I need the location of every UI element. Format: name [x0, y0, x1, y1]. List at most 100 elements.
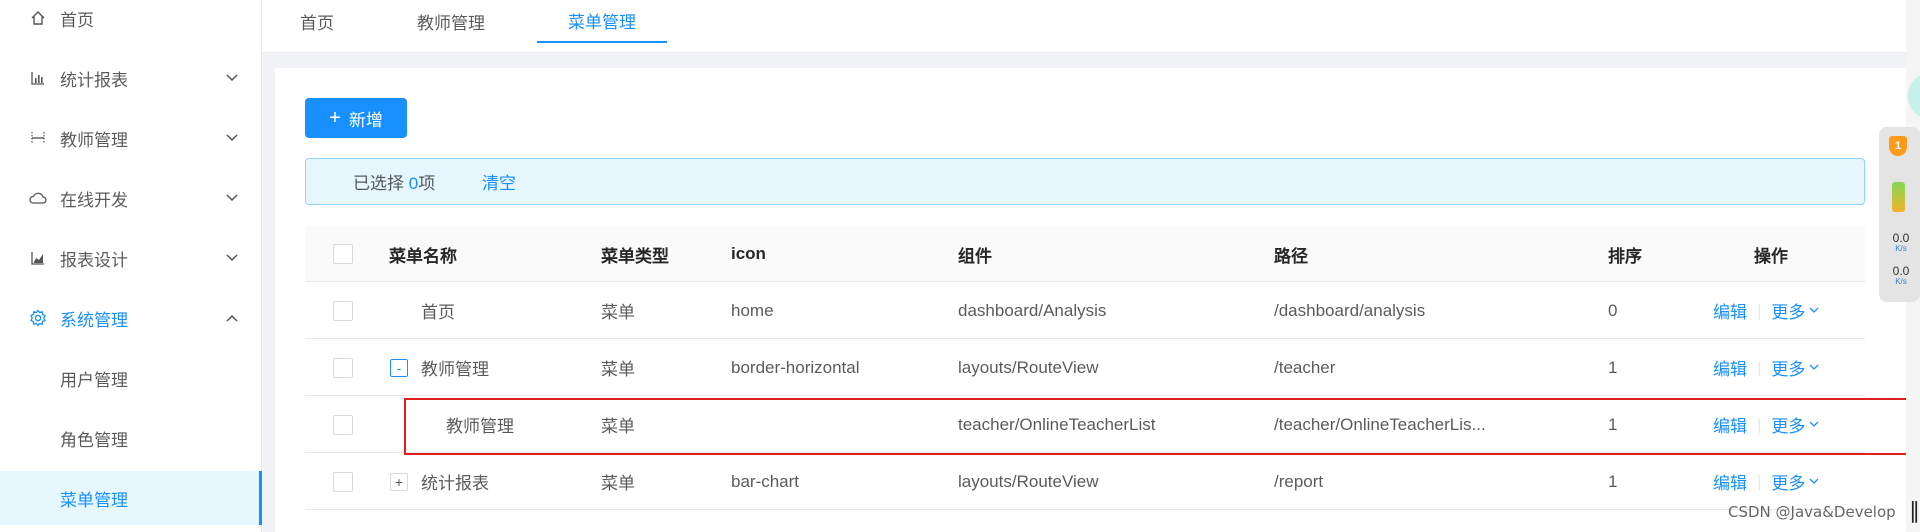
sidebar-item-label: 统计报表 [60, 70, 128, 90]
download-speed-value: 0.0 [1892, 264, 1910, 278]
cell-path: /teacher [1274, 357, 1336, 377]
selection-alert: 已选择 0项 清空 [305, 158, 1865, 205]
download-speed: 0.0 K/s [1885, 264, 1917, 287]
row-checkbox[interactable] [333, 301, 353, 321]
table-header: 菜单名称 菜单类型 icon 组件 路径 排序 操作 [305, 226, 1865, 282]
tab-label: 菜单管理 [568, 13, 636, 32]
border-horizontal-icon [29, 129, 47, 147]
chevron-down-icon [1809, 307, 1819, 313]
more-dropdown[interactable]: 更多 [1771, 298, 1819, 323]
more-dropdown[interactable]: 更多 [1771, 469, 1819, 494]
chevron-down-icon [1809, 421, 1819, 427]
chevron-down-icon [226, 192, 238, 204]
cell-actions: 编辑 | 更多 [1713, 453, 1819, 510]
sidebar-item-home[interactable]: 首页 [0, 0, 262, 45]
cloud-icon [29, 189, 47, 207]
tab-menu-management[interactable]: 菜单管理 [537, 0, 667, 43]
cell-type: 菜单 [601, 474, 635, 493]
cell-type: 菜单 [601, 360, 635, 379]
cell-component: teacher/OnlineTeacherList [958, 414, 1156, 434]
sidebar-item-teacher[interactable]: 教师管理 [0, 111, 262, 165]
table-row[interactable]: - 教师管理 菜单 border-horizontal layouts/Rout… [305, 339, 1865, 396]
resize-handle-icon: ∥ [1909, 498, 1920, 523]
row-checkbox[interactable] [333, 358, 353, 378]
more-dropdown[interactable]: 更多 [1771, 412, 1819, 437]
sidebar-item-label: 在线开发 [60, 190, 128, 210]
chevron-down-icon [226, 72, 238, 84]
shield-badge-icon: 1 [1889, 136, 1907, 156]
cell-name: 教师管理 [446, 417, 514, 436]
sidebar-item-role-management[interactable]: 角色管理 [0, 411, 262, 465]
expand-row-icon[interactable]: + [390, 473, 408, 491]
sidebar-item-system[interactable]: 系统管理 [0, 291, 262, 345]
watermark: CSDN @Java&Develop [1728, 503, 1896, 521]
edit-link[interactable]: 编辑 [1713, 469, 1747, 494]
sidebar-item-label: 用户管理 [60, 370, 128, 390]
more-dropdown[interactable]: 更多 [1771, 355, 1819, 380]
selection-prefix: 已选择 [353, 174, 409, 193]
cell-name: 教师管理 [421, 360, 489, 379]
row-checkbox[interactable] [333, 472, 353, 492]
collapse-row-icon[interactable]: - [390, 359, 408, 377]
cell-sort: 1 [1608, 471, 1618, 491]
action-divider: | [1757, 414, 1762, 434]
cell-type: 菜单 [601, 303, 635, 322]
action-divider: | [1757, 300, 1762, 320]
chevron-down-icon [226, 132, 238, 144]
row-checkbox[interactable] [333, 415, 353, 435]
upload-speed-unit: K/s [1895, 244, 1907, 254]
edit-link[interactable]: 编辑 [1713, 355, 1747, 380]
cell-path: /report [1274, 471, 1324, 491]
sidebar-item-stats-report[interactable]: 统计报表 [0, 51, 262, 105]
add-button[interactable]: + 新增 [305, 98, 407, 138]
sidebar-item-user-management[interactable]: 用户管理 [0, 351, 262, 405]
select-all-checkbox[interactable] [333, 244, 353, 264]
table-row[interactable]: 首页 菜单 home dashboard/Analysis /dashboard… [305, 282, 1865, 339]
sidebar-item-label: 首页 [60, 10, 94, 30]
cell-type: 菜单 [601, 417, 635, 436]
cell-sort: 0 [1608, 300, 1618, 320]
tab-label: 首页 [300, 14, 334, 33]
column-header-sort: 排序 [1608, 246, 1642, 266]
more-label: 更多 [1771, 417, 1806, 436]
more-label: 更多 [1771, 360, 1806, 379]
area-chart-icon [29, 249, 47, 267]
action-divider: | [1757, 357, 1762, 377]
cell-icon: bar-chart [731, 471, 800, 491]
sidebar-item-online-dev[interactable]: 在线开发 [0, 171, 262, 225]
chevron-down-icon [226, 252, 238, 264]
setting-icon [29, 309, 47, 327]
table-row[interactable]: + 统计报表 菜单 bar-chart layouts/RouteView /r… [305, 453, 1865, 510]
edit-link[interactable]: 编辑 [1713, 412, 1747, 437]
column-header-actions: 操作 [1754, 246, 1788, 266]
network-speed-widget[interactable]: 1 0.0 K/s 0.0 K/s [1879, 127, 1920, 302]
cell-name: 统计报表 [421, 474, 489, 493]
column-header-path: 路径 [1274, 246, 1308, 266]
chevron-down-icon [1809, 478, 1819, 484]
tab-home[interactable]: 首页 [272, 0, 362, 43]
clear-selection-link[interactable]: 清空 [482, 169, 516, 194]
cell-component: layouts/RouteView [958, 357, 1099, 377]
column-header-name: 菜单名称 [389, 246, 457, 266]
cell-sort: 1 [1608, 357, 1618, 377]
sidebar-item-label: 角色管理 [60, 430, 128, 450]
sidebar-item-report-design[interactable]: 报表设计 [0, 231, 262, 285]
sidebar-item-menu-management[interactable]: 菜单管理 [0, 471, 262, 525]
cell-name: 首页 [421, 303, 455, 322]
cell-path: /dashboard/analysis [1274, 300, 1426, 320]
tab-teacher[interactable]: 教师管理 [391, 0, 511, 43]
cell-actions: 编辑 | 更多 [1713, 282, 1819, 339]
chevron-up-icon [226, 312, 238, 324]
cell-component: layouts/RouteView [958, 471, 1099, 491]
table-row[interactable]: 教师管理 菜单 teacher/OnlineTeacherList /teach… [305, 396, 1865, 453]
more-label: 更多 [1771, 303, 1806, 322]
more-label: 更多 [1771, 474, 1806, 493]
upload-speed-value: 0.0 [1892, 231, 1910, 245]
column-header-icon: icon [731, 244, 766, 263]
plus-icon: + [329, 107, 341, 129]
sidebar: 首页 统计报表 教师管理 在线开发 报表设计 系统管理 用户管理 角色管理 菜单… [0, 0, 262, 532]
edit-link[interactable]: 编辑 [1713, 298, 1747, 323]
column-header-type: 菜单类型 [601, 246, 669, 266]
cell-icon: border-horizontal [731, 357, 860, 377]
action-divider: | [1757, 471, 1762, 491]
